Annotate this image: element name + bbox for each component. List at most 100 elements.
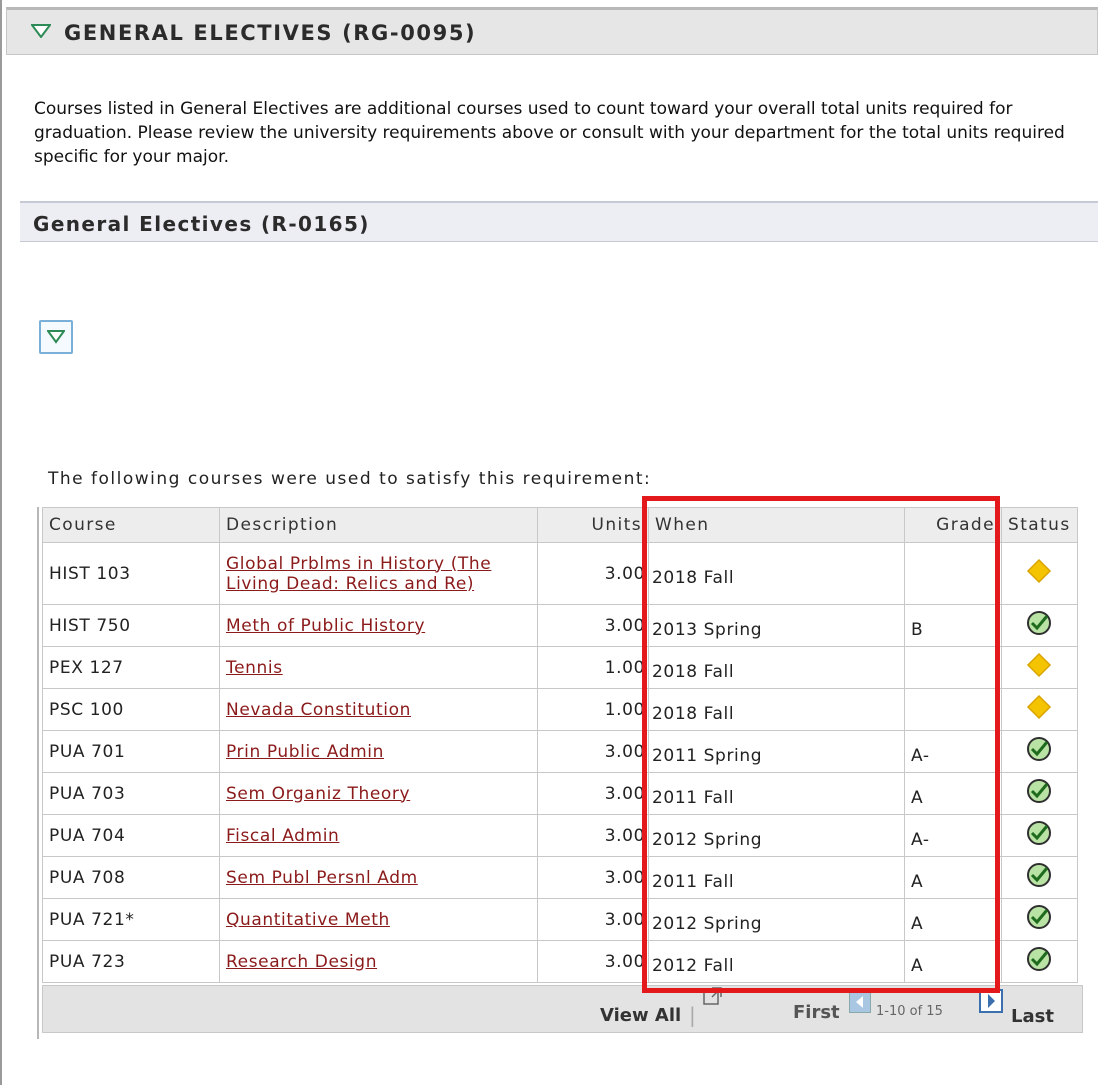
previous-page-button[interactable]	[849, 991, 871, 1013]
col-grade-header[interactable]: Grade	[904, 507, 1002, 543]
course-grade: A	[904, 898, 1002, 941]
diamond-icon	[1027, 558, 1052, 584]
course-units: 3.00	[537, 542, 649, 605]
course-term: 2013 Spring	[648, 604, 905, 647]
course-term: 2011 Fall	[648, 772, 905, 815]
course-grade	[904, 646, 1002, 689]
group-header[interactable]: GENERAL ELECTIVES (RG-0095)	[6, 7, 1098, 55]
course-term: 2018 Fall	[648, 542, 905, 605]
course-description-cell: Global Prblms in History (The Living Dea…	[219, 542, 538, 605]
next-page-button[interactable]	[979, 989, 1003, 1013]
course-description-link[interactable]: Prin Public Admin	[226, 742, 384, 762]
collapse-triangle-icon[interactable]	[31, 24, 51, 38]
course-code: PUA 708	[42, 856, 220, 899]
page-range: 1-10 of 15	[876, 1004, 943, 1019]
course-description-cell: Sem Organiz Theory	[219, 772, 538, 815]
check-circle-icon	[1027, 611, 1052, 635]
course-row: PUA 704 Fiscal Admin 3.00 2012 Spring A-	[42, 814, 1078, 857]
course-description-cell: Research Design	[219, 940, 538, 983]
diamond-icon	[1027, 694, 1052, 720]
intro-text: Courses listed in General Electives are …	[34, 99, 1065, 167]
course-status	[1001, 940, 1078, 983]
course-units: 1.00	[537, 688, 649, 731]
col-course-header[interactable]: Course	[42, 507, 220, 543]
course-grade	[904, 542, 1002, 605]
course-code: PSC 100	[42, 688, 220, 731]
col-when-header[interactable]: When	[648, 507, 905, 543]
course-status	[1001, 604, 1078, 647]
course-code: HIST 103	[42, 542, 220, 605]
course-row: PUA 723 Research Design 3.00 2012 Fall A	[42, 940, 1078, 983]
course-code: HIST 750	[42, 604, 220, 647]
group-title: GENERAL ELECTIVES (RG-0095)	[64, 21, 477, 45]
course-row: HIST 750 Meth of Public History 3.00 2013 S…	[42, 604, 1078, 647]
course-units: 3.00	[537, 898, 649, 941]
course-status	[1001, 814, 1078, 857]
check-circle-icon	[1027, 821, 1052, 845]
requirement-title: General Electives (R-0165)	[33, 212, 370, 236]
separator: |	[689, 1003, 696, 1027]
course-description-link[interactable]: Global Prblms in History (The Living Dea…	[226, 554, 491, 594]
course-row: PEX 127 Tennis 1.00 2018 Fall	[42, 646, 1078, 689]
course-units: 3.00	[537, 856, 649, 899]
popup-grid-icon[interactable]	[702, 986, 724, 1006]
course-description-link[interactable]: Tennis	[226, 658, 283, 678]
expand-button[interactable]	[39, 320, 73, 354]
course-description-cell: Sem Publ Persnl Adm	[219, 856, 538, 899]
first-page-link[interactable]: First	[793, 1002, 840, 1023]
course-grade: A	[904, 940, 1002, 983]
course-description-link[interactable]: Meth of Public History	[226, 616, 425, 636]
col-units-header[interactable]: Units	[537, 507, 649, 543]
course-description-cell: Nevada Constitution	[219, 688, 538, 731]
course-code: PUA 721*	[42, 898, 220, 941]
expand-triangle-icon	[47, 330, 65, 344]
course-code: PUA 703	[42, 772, 220, 815]
course-term: 2011 Spring	[648, 730, 905, 773]
course-code: PUA 701	[42, 730, 220, 773]
course-units: 3.00	[537, 772, 649, 815]
grid-footer: View All | First 1-10 of 15 Last	[42, 985, 1083, 1033]
course-description-cell: Quantitative Meth	[219, 898, 538, 941]
course-code: PUA 704	[42, 814, 220, 857]
course-row: PUA 721* Quantitative Meth 3.00 2012 Spring…	[42, 898, 1078, 941]
course-term: 2012 Fall	[648, 940, 905, 983]
course-units: 3.00	[537, 940, 649, 983]
course-description-link[interactable]: Sem Publ Persnl Adm	[226, 868, 418, 888]
course-status	[1001, 688, 1078, 731]
check-circle-icon	[1027, 947, 1052, 971]
left-arrow-icon	[856, 996, 863, 1008]
course-description-link[interactable]: Sem Organiz Theory	[226, 784, 410, 804]
course-units: 1.00	[537, 646, 649, 689]
course-description-link[interactable]: Nevada Constitution	[226, 700, 411, 720]
course-term: 2011 Fall	[648, 856, 905, 899]
course-row: HIST 103 Global Prblms in History (The Li…	[42, 542, 1078, 605]
col-status-header[interactable]: Status	[1001, 507, 1078, 543]
course-grade: B	[904, 604, 1002, 647]
course-status	[1001, 646, 1078, 689]
col-description-header[interactable]: Description	[219, 507, 538, 543]
course-grade: A-	[904, 814, 1002, 857]
course-status	[1001, 730, 1078, 773]
course-description-cell: Fiscal Admin	[219, 814, 538, 857]
course-description-cell: Meth of Public History	[219, 604, 538, 647]
course-units: 3.00	[537, 604, 649, 647]
course-status	[1001, 542, 1078, 605]
course-code: PEX 127	[42, 646, 220, 689]
course-grade: A	[904, 856, 1002, 899]
course-description-link[interactable]: Quantitative Meth	[226, 910, 390, 930]
course-grade: A	[904, 772, 1002, 815]
course-row: PSC 100 Nevada Constitution 1.00 2018 Fall	[42, 688, 1078, 731]
course-description-link[interactable]: Research Design	[226, 952, 377, 972]
last-page-link[interactable]: Last	[1011, 1006, 1054, 1027]
course-units: 3.00	[537, 730, 649, 773]
left-border	[0, 0, 2, 1085]
check-circle-icon	[1027, 779, 1052, 803]
check-circle-icon	[1027, 737, 1052, 761]
course-status	[1001, 898, 1078, 941]
view-all-link[interactable]: View All	[600, 1005, 681, 1026]
course-grid: Course Description Units When Grade Stat…	[42, 507, 1078, 983]
course-term: 2012 Spring	[648, 898, 905, 941]
grid-header-row: Course Description Units When Grade Stat…	[42, 507, 1078, 543]
course-code: PUA 723	[42, 940, 220, 983]
course-description-link[interactable]: Fiscal Admin	[226, 826, 339, 846]
